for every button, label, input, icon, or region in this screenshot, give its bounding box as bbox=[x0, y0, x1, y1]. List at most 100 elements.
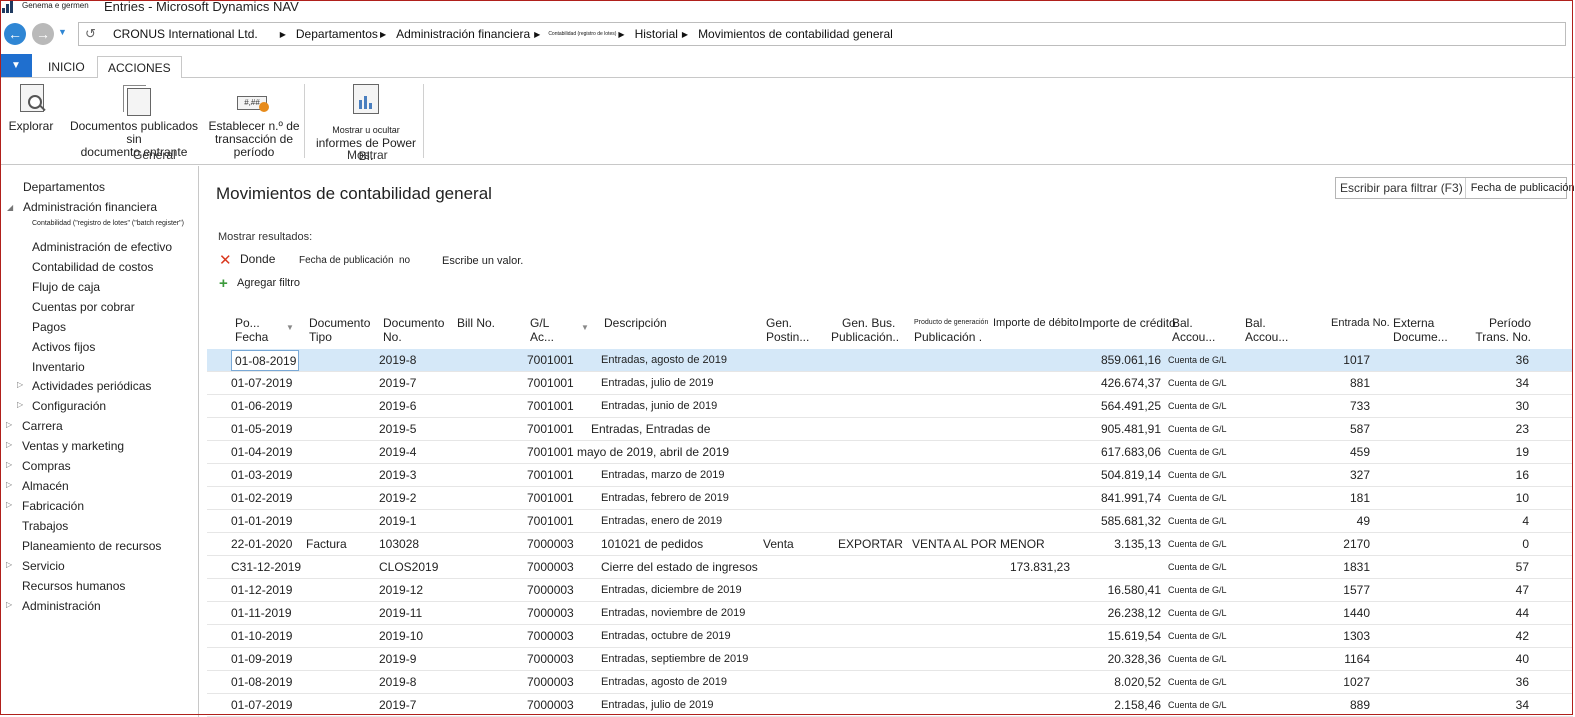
tab-inicio[interactable]: INICIO bbox=[38, 56, 95, 77]
cell-bal[interactable]: Cuenta de G/L bbox=[1168, 533, 1248, 556]
cell-acc[interactable]: 7001001 bbox=[527, 372, 597, 395]
cell-doc[interactable]: 103028 bbox=[379, 533, 449, 556]
cell-date[interactable]: 01-12-2019 bbox=[231, 579, 301, 602]
cell-type[interactable]: Factura bbox=[306, 533, 376, 556]
col-header-bal-account-no[interactable]: Bal. Accou... bbox=[1245, 316, 1288, 344]
remove-filter-icon[interactable]: ✕ bbox=[219, 251, 232, 269]
cell-post[interactable] bbox=[763, 556, 823, 579]
table-row[interactable]: 01-03-2019 2019-3 7001001 Entradas, marzo d… bbox=[207, 464, 1573, 487]
cell-entry[interactable]: 1027 bbox=[1307, 671, 1370, 694]
history-dropdown-icon[interactable]: ▼ bbox=[58, 27, 67, 37]
table-row[interactable]: 01-12-2019 2019-12 7000003 Entradas, diciem… bbox=[207, 579, 1573, 602]
cell-bus[interactable] bbox=[838, 556, 913, 579]
collapsed-triangle-icon[interactable]: ▷ bbox=[6, 500, 12, 509]
cell-bus[interactable] bbox=[838, 441, 913, 464]
cell-credit[interactable]: 617.683,06 bbox=[1067, 441, 1161, 464]
nav-item-periodic-activities[interactable]: Actividades periódicas bbox=[32, 379, 151, 393]
sort-icon[interactable]: ▼ bbox=[581, 323, 589, 332]
nav-item-departamentos[interactable]: Departamentos bbox=[23, 180, 105, 194]
cell-post[interactable] bbox=[763, 602, 823, 625]
breadcrumb-financial-admin[interactable]: Administración financiera bbox=[396, 27, 530, 41]
cell-desc[interactable]: Entradas, julio de 2019 bbox=[601, 694, 771, 717]
cell-acc[interactable]: 7001001 bbox=[527, 510, 597, 533]
cell-doc[interactable]: 2019-8 bbox=[379, 349, 449, 372]
cell-credit[interactable]: 426.674,37 bbox=[1067, 372, 1161, 395]
nav-item-setup[interactable]: Configuración bbox=[32, 399, 106, 413]
cell-desc[interactable]: Entradas, marzo de 2019 bbox=[601, 464, 771, 487]
breadcrumb-batch-register[interactable]: Contabilidad (registro de lotes) bbox=[548, 31, 616, 37]
cell-date[interactable]: 01-10-2019 bbox=[231, 625, 301, 648]
col-header-gen-posting[interactable]: Gen. Postin... bbox=[766, 316, 809, 344]
back-arrow-icon[interactable]: ← bbox=[4, 23, 26, 45]
cell-debit[interactable] bbox=[977, 671, 1070, 694]
cell-post[interactable] bbox=[763, 349, 823, 372]
cell-date[interactable]: 01-11-2019 bbox=[231, 602, 301, 625]
cell-credit[interactable]: 8.020,52 bbox=[1067, 671, 1161, 694]
cell-desc[interactable]: Entradas, octubre de 2019 bbox=[601, 625, 771, 648]
nav-item-human-resources[interactable]: Recursos humanos bbox=[22, 579, 125, 593]
cell-acc[interactable]: 7001001 bbox=[527, 487, 597, 510]
cell-bus[interactable] bbox=[838, 464, 913, 487]
cell-type[interactable] bbox=[306, 671, 376, 694]
col-header-transaction-no[interactable]: Período Trans. No. bbox=[1467, 316, 1531, 344]
cell-desc[interactable]: Entradas, junio de 2019 bbox=[601, 395, 771, 418]
cell-entry[interactable]: 1577 bbox=[1307, 579, 1370, 602]
cell-doc[interactable]: 2019-9 bbox=[379, 648, 449, 671]
cell-debit[interactable] bbox=[977, 510, 1070, 533]
cell-acc[interactable]: 7000003 bbox=[527, 579, 597, 602]
breadcrumb-departments[interactable]: Departamentos bbox=[296, 27, 378, 41]
cell-debit[interactable] bbox=[977, 579, 1070, 602]
cell-doc[interactable]: 2019-12 bbox=[379, 579, 449, 602]
col-header-bal-account-type[interactable]: Bal. Accou... bbox=[1172, 316, 1215, 344]
nav-item-service[interactable]: Servicio bbox=[22, 559, 65, 573]
table-row[interactable]: 01-08-2019 2019-8 7001001 Entradas, agosto … bbox=[207, 349, 1573, 372]
cell-acc[interactable]: 7001001 bbox=[527, 349, 597, 372]
breadcrumb-gl-entries[interactable]: Movimientos de contabilidad general bbox=[698, 27, 893, 41]
cell-credit[interactable]: 905.481,91 bbox=[1067, 418, 1161, 441]
cell-debit[interactable] bbox=[977, 372, 1070, 395]
cell-desc[interactable]: Entradas, agosto de 2019 bbox=[601, 349, 771, 372]
cell-bus[interactable] bbox=[838, 395, 913, 418]
cell-bal[interactable]: Cuenta de G/L bbox=[1168, 372, 1248, 395]
cell-post[interactable] bbox=[763, 395, 823, 418]
cell-entry[interactable]: 327 bbox=[1307, 464, 1370, 487]
collapsed-triangle-icon[interactable]: ▷ bbox=[6, 560, 12, 569]
cell-desc[interactable]: mayo de 2019, abril de 2019 bbox=[577, 441, 747, 464]
cell-post[interactable] bbox=[763, 625, 823, 648]
cell-bus[interactable] bbox=[838, 579, 913, 602]
expanded-triangle-icon[interactable]: ◢ bbox=[7, 203, 13, 212]
cell-type[interactable] bbox=[306, 464, 376, 487]
cell-post[interactable] bbox=[763, 694, 823, 717]
cell-type[interactable] bbox=[306, 648, 376, 671]
cell-bal[interactable]: Cuenta de G/L bbox=[1168, 694, 1248, 717]
nav-item-fixed-assets[interactable]: Activos fijos bbox=[32, 340, 95, 354]
cell-credit[interactable]: 564.491,25 bbox=[1067, 395, 1161, 418]
filter-search-box[interactable]: Escribir para filtrar (F3) Fecha de publ… bbox=[1335, 177, 1575, 199]
cell-debit[interactable] bbox=[977, 602, 1070, 625]
nav-item-inventory[interactable]: Inventario bbox=[32, 360, 85, 374]
cell-entry[interactable]: 1303 bbox=[1307, 625, 1370, 648]
cell-entry[interactable]: 1017 bbox=[1307, 349, 1370, 372]
cell-type[interactable] bbox=[306, 625, 376, 648]
cell-bus[interactable] bbox=[838, 648, 913, 671]
nav-item-cash-flow[interactable]: Flujo de caja bbox=[32, 280, 100, 294]
col-header-bill-no[interactable]: Bill No. bbox=[457, 316, 495, 330]
cell-credit[interactable]: 26.238,12 bbox=[1067, 602, 1161, 625]
cell-period[interactable]: 19 bbox=[1457, 441, 1529, 464]
cell-post[interactable]: Venta bbox=[763, 533, 823, 556]
cell-period[interactable]: 30 bbox=[1457, 395, 1529, 418]
cell-debit[interactable] bbox=[977, 349, 1070, 372]
cell-desc[interactable]: Cierre del estado de ingresos bbox=[601, 556, 771, 579]
breadcrumb-separator-icon[interactable]: ▶ bbox=[280, 30, 286, 39]
breadcrumb-separator-icon[interactable]: ▶ bbox=[534, 30, 540, 39]
collapsed-triangle-icon[interactable]: ▷ bbox=[6, 460, 12, 469]
cell-bal[interactable]: Cuenta de G/L bbox=[1168, 418, 1248, 441]
cell-type[interactable] bbox=[306, 349, 376, 372]
cell-post[interactable] bbox=[763, 441, 823, 464]
cell-bal[interactable]: Cuenta de G/L bbox=[1168, 349, 1248, 372]
cell-credit[interactable]: 859.061,16 bbox=[1067, 349, 1161, 372]
cell-acc[interactable]: 7000003 bbox=[527, 556, 597, 579]
cell-credit[interactable]: 504.819,14 bbox=[1067, 464, 1161, 487]
filter-value-input[interactable]: Escribe un valor. bbox=[442, 255, 523, 267]
cell-date[interactable]: 22-01-2020 bbox=[231, 533, 301, 556]
